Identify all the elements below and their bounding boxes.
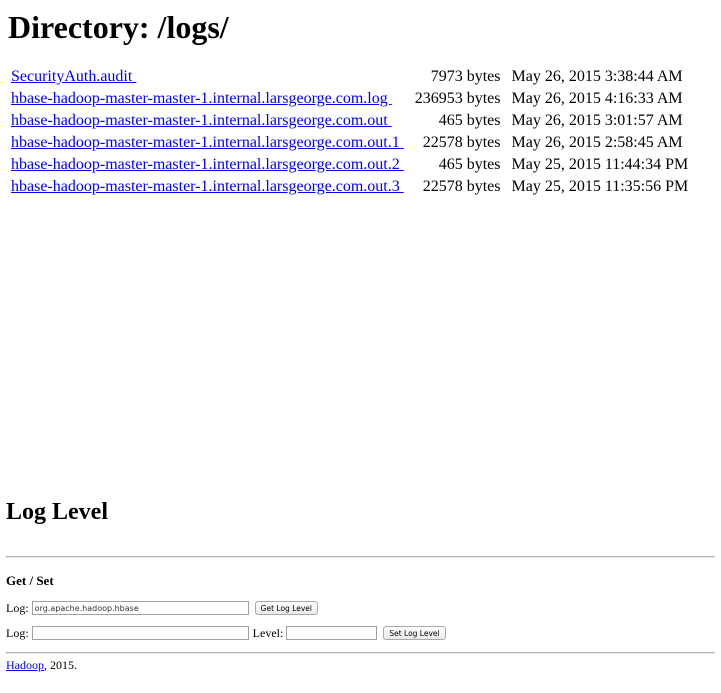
set-log-level-button[interactable]: Set Log Level [383,626,446,640]
get-log-level-form: Log: Get Log Level [6,601,318,615]
file-date: May 26, 2015 3:01:57 AM [511,112,683,129]
file-name-cell: hbase-hadoop-master-master-1.internal.la… [11,110,412,132]
set-log-level-form: Log: Level: Set Log Level [6,626,446,640]
hadoop-link[interactable]: Hadoop [6,658,44,672]
level-label: Level: [252,626,284,640]
file-link[interactable]: hbase-hadoop-master-master-1.internal.la… [11,178,404,195]
set-log-input[interactable] [31,626,249,640]
log-level-title: Log Level [6,499,108,525]
file-link[interactable]: hbase-hadoop-master-master-1.internal.la… [11,156,404,173]
footer-suffix: , 2015. [44,658,77,672]
file-link[interactable]: hbase-hadoop-master-master-1.internal.la… [11,112,392,129]
file-date: May 25, 2015 11:44:34 PM [511,156,689,173]
log-label: Log: [6,601,29,615]
get-log-level-button[interactable]: Get Log Level [254,601,318,615]
file-size: 22578 bytes [422,178,501,195]
file-link[interactable]: hbase-hadoop-master-master-1.internal.la… [11,134,404,151]
file-row: hbase-hadoop-master-master-1.internal.la… [11,110,688,132]
file-row: hbase-hadoop-master-master-1.internal.la… [11,88,688,110]
file-size: 7973 bytes [430,68,501,85]
file-link[interactable]: hbase-hadoop-master-master-1.internal.la… [11,90,392,107]
file-size: 236953 bytes [414,90,501,107]
get-log-input[interactable] [31,601,249,615]
file-row: hbase-hadoop-master-master-1.internal.la… [11,176,688,198]
level-input[interactable] [286,626,378,640]
file-name-cell: hbase-hadoop-master-master-1.internal.la… [11,132,412,154]
file-listing: SecurityAuth.audit 7973 bytes May 26, 201… [8,66,691,198]
file-size: 465 bytes [438,156,501,173]
file-date: May 26, 2015 3:38:44 AM [511,68,683,85]
file-name-cell: SecurityAuth.audit [11,66,412,88]
divider [6,652,715,654]
get-set-title: Get / Set [6,573,54,588]
file-size: 22578 bytes [422,134,501,151]
file-name-cell: hbase-hadoop-master-master-1.internal.la… [11,88,412,110]
file-row: SecurityAuth.audit 7973 bytes May 26, 201… [11,66,688,88]
file-row: hbase-hadoop-master-master-1.internal.la… [11,154,688,176]
file-date: May 26, 2015 2:58:45 AM [511,134,683,151]
file-name-cell: hbase-hadoop-master-master-1.internal.la… [11,176,412,198]
directory-title: Directory: /logs/ [8,9,229,45]
file-name-cell: hbase-hadoop-master-master-1.internal.la… [11,154,412,176]
divider [6,556,715,558]
file-date: May 26, 2015 4:16:33 AM [511,90,683,107]
footer: Hadoop, 2015. [6,658,77,672]
file-size: 465 bytes [438,112,501,129]
file-date: May 25, 2015 11:35:56 PM [511,178,689,195]
file-row: hbase-hadoop-master-master-1.internal.la… [11,132,688,154]
log-label: Log: [6,626,29,640]
file-link[interactable]: SecurityAuth.audit [11,68,136,85]
